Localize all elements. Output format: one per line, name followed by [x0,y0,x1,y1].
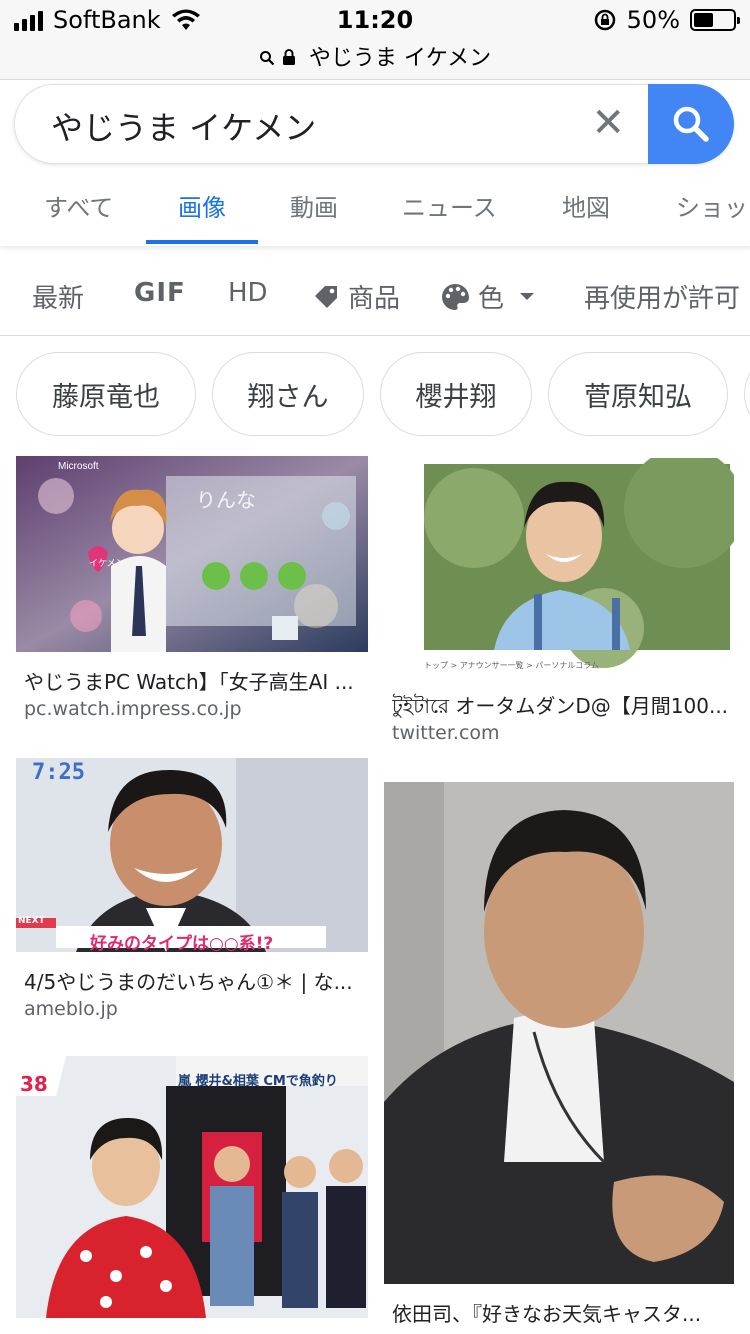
result-image-5-art [16,1056,368,1318]
result-2-breadcrumb: トップ > アナウンサー一覧 > パーソナルコラム [424,661,600,670]
tool-latest[interactable]: 最新 [32,278,84,315]
search-input[interactable]: やじうま イケメン [51,103,316,149]
dropdown-arrow-icon [520,292,535,300]
result-3-telop: 好みのタイプは○○系!? [90,934,274,954]
tab-maps[interactable]: 地図 [562,188,610,223]
tab-videos[interactable]: 動画 [290,188,338,223]
battery-icon [690,9,740,31]
lock-icon [282,49,295,65]
result-1-badge: イケメン [89,559,125,569]
result-5-num: 38 [20,1072,48,1096]
tool-color[interactable]: 色 [440,278,536,315]
result-image-2[interactable] [384,458,734,676]
tool-product[interactable]: 商品 [312,278,400,315]
status-right: 50% [593,6,740,34]
chip-3[interactable]: 櫻井翔 [380,352,532,436]
result-image-1-art [16,456,368,652]
result-image-1[interactable] [16,456,368,652]
result-3-clock: 7:25 [32,760,85,785]
url-bar[interactable]: やじうま イケメン [0,40,750,72]
tab-news[interactable]: ニュース [402,188,497,223]
chip-4[interactable]: 菅原知弘 [548,352,728,436]
tool-color-label: 色 [478,284,505,314]
tool-usage-rights-label: 再使用が許可 [584,284,741,314]
tab-all[interactable]: すべて [44,188,113,223]
result-1-caption[interactable]: やじうまPC Watch】「女子高生AI ... [24,666,364,695]
chip-1[interactable]: 藤原竜也 [16,352,196,436]
result-3-next: NEXT [18,916,45,926]
result-image-4[interactable] [384,782,734,1284]
search-small-icon [259,51,275,66]
tool-gif-label: GIF [134,278,186,308]
result-image-5[interactable] [16,1056,368,1318]
result-1-title-art: りんな [196,488,256,512]
tool-gif[interactable]: GIF [134,278,186,308]
result-image-3[interactable] [16,758,368,952]
result-3-source: ameblo.jp [24,998,118,1020]
tab-shopping[interactable]: ショッ [676,188,748,223]
result-1-source: pc.watch.impress.co.jp [24,698,242,720]
tool-usage-rights[interactable]: 再使用が許可 [584,278,740,315]
result-4-caption[interactable]: 依田司、『好きなお天気キャスタ... [392,1298,732,1327]
clear-icon[interactable]: ✕ [591,101,625,145]
image-tools-bar: 最新 GIF HD 商品 色 再使用が許可 [0,250,750,336]
tool-product-label: 商品 [348,284,401,314]
result-5-telop: 嵐 櫻井&相葉 CMで魚釣り [178,1074,338,1089]
chip-5[interactable] [744,352,750,436]
tool-latest-label: 最新 [32,284,85,314]
tool-hd-label: HD [228,278,268,308]
result-image-4-art [384,782,734,1284]
search-box[interactable]: やじうま イケメン ✕ [14,84,734,164]
chip-2[interactable]: 翔さん [212,352,364,436]
result-3-caption[interactable]: 4/5やじうまのだいちゃん①＊ | な... [24,966,364,995]
active-tab-indicator [146,240,258,244]
search-button[interactable] [648,84,734,164]
tab-images[interactable]: 画像 [178,188,226,223]
search-icon [673,106,709,142]
result-2-source: twitter.com [392,722,500,744]
url-text: やじうま イケメン [308,46,492,71]
rotation-lock-icon [594,9,615,31]
result-1-brand: Microsoft [58,461,99,472]
status-bar: SoftBank 11:20 50% やじうま イケメン [0,0,750,80]
tool-hd[interactable]: HD [228,278,268,308]
result-image-3-art [16,758,368,952]
search-tabs: すべて 画像 動画 ニュース 地図 ショッ [0,180,750,246]
battery-percent: 50% [626,6,680,34]
tag-icon [315,285,337,308]
result-image-2-art [384,458,734,676]
related-chips: 藤原竜也 翔さん 櫻井翔 菅原知弘 [0,352,750,438]
result-2-caption[interactable]: টুইটারে オータムダンD@【月間100... [392,690,732,725]
palette-icon [442,283,469,310]
